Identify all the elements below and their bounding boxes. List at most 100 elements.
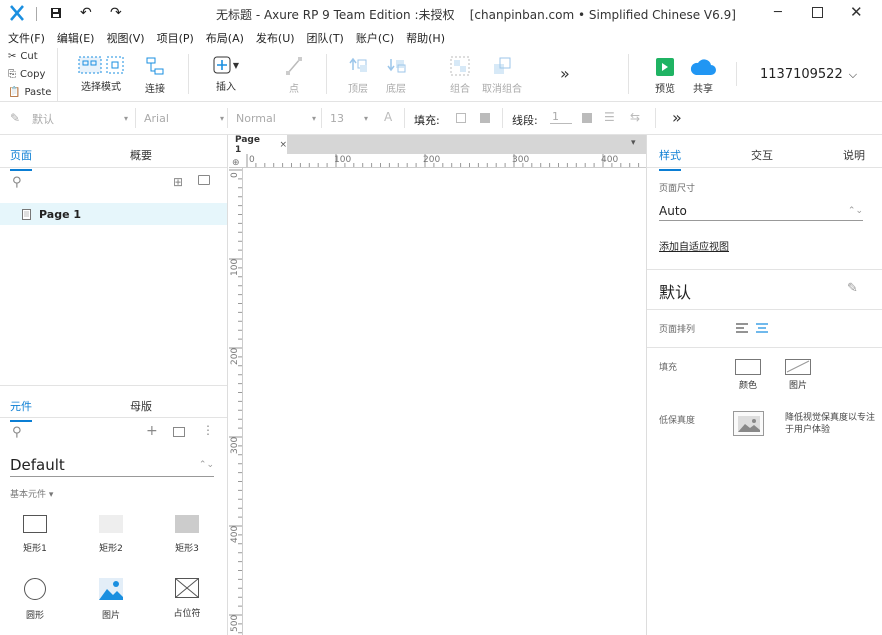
color-swatch [735,359,761,375]
minimize-icon[interactable]: ─ [774,5,782,20]
circle-icon [24,578,46,600]
font-family-select[interactable]: Arial ▾ [144,102,224,135]
window-title: 无标题 - Axure RP 9 Team Edition :未授权 [chan… [216,8,736,22]
chevron-down-icon: ▾ [123,114,128,123]
tab-style[interactable]: 样式 [659,147,681,171]
shadow-swatch[interactable] [480,113,490,123]
add-folder-icon[interactable] [198,175,210,185]
ruler-label: 0 [249,155,255,165]
play-icon [656,58,674,76]
widget-image[interactable]: 图片 [86,578,136,621]
close-icon[interactable]: × [279,140,287,150]
menu-file[interactable]: 文件(F) [8,30,45,46]
page-list-item[interactable]: Page 1 [0,203,227,225]
ruler-label: 400 [230,525,240,543]
share-button[interactable]: 共享 [688,58,718,95]
tab-interactions[interactable]: 交互 [751,147,773,163]
search-icon[interactable]: ⚲ [12,425,22,440]
library-options-icon[interactable] [173,427,185,437]
align-left-icon[interactable] [736,323,748,336]
ungroup-button[interactable]: 取消组合 [482,56,522,95]
line-style-icon[interactable]: ☰ [604,110,615,124]
send-back-icon [387,59,406,73]
add-library-icon[interactable]: + [146,423,158,439]
bring-front-icon [349,57,367,72]
search-icon[interactable]: ⚲ [12,175,22,190]
account-dropdown[interactable]: 1137109522 ⌵ [760,67,857,82]
rectangle-icon [175,515,199,533]
chevron-down-icon[interactable]: ▾ [631,138,636,148]
menu-edit[interactable]: 编辑(E) [57,30,95,46]
placeholder-icon [175,578,199,598]
page-size-select[interactable]: Auto ⌃⌄ [659,201,863,221]
copy-button[interactable]: ⎘ Copy [8,69,45,80]
select-mode-button[interactable]: 选择模式 [72,56,130,93]
low-fidelity-toggle[interactable] [733,411,764,436]
close-icon[interactable]: ✕ [850,3,863,21]
save-icon[interactable] [50,7,62,22]
chevron-down-icon: ▾ [311,114,316,123]
widget-rectangle-3[interactable]: 矩形3 [162,515,212,554]
widget-placeholder[interactable]: 占位符 [162,578,212,619]
maximize-icon[interactable] [812,7,823,18]
connect-button[interactable]: 连接 [138,56,172,95]
cut-button[interactable]: ✂ Cut [8,51,38,62]
more-icon[interactable]: ⋮ [202,423,214,437]
ruler-ticks [229,169,242,634]
menu-help[interactable]: 帮助(H) [406,30,445,46]
library-select[interactable]: Default ⌃⌄ [10,453,214,477]
group-button[interactable]: 组合 [446,56,474,95]
menu-team[interactable]: 团队(T) [307,30,344,46]
menu-layout[interactable]: 布局(A) [206,30,244,46]
fill-color-button[interactable]: 颜色 [733,359,763,391]
preview-button[interactable]: 预览 [652,58,678,95]
ruler-label: 300 [512,155,530,165]
line-width-input[interactable]: 1 [550,110,572,124]
redo-icon[interactable]: ↷ [110,5,122,21]
tab-notes[interactable]: 说明 [843,147,865,163]
tab-pages[interactable]: 页面 [10,147,32,171]
widget-circle[interactable]: 圆形 [10,578,60,621]
send-to-back-button[interactable]: 底层 [382,56,410,95]
design-canvas[interactable] [244,169,646,635]
edit-style-icon[interactable]: ✎ [847,281,858,296]
format-overflow-icon[interactable]: » [672,108,682,127]
line-color-swatch[interactable] [582,113,592,123]
scissors-icon: ✂ [8,51,17,62]
menu-publish[interactable]: 发布(U) [256,30,295,46]
style-edit-icon[interactable]: ✎ [10,111,20,125]
tab-page-1[interactable]: Page 1 × [229,135,287,155]
point-button[interactable]: 点 [282,56,306,95]
ruler-label: 100 [334,155,352,165]
align-center-icon[interactable] [756,323,768,336]
tab-outline[interactable]: 概要 [130,147,152,163]
paste-button[interactable]: 📋 Paste [8,87,51,98]
add-adaptive-view-link[interactable]: 添加自适应视图 [659,238,729,253]
main-toolbar: ✂ Cut ⎘ Copy 📋 Paste 选择模式 连接 ▼ 插入 点 顶层 底层 组 [0,48,882,102]
rectangle-icon [99,515,123,533]
font-size-select[interactable]: 13 ▾ [330,102,368,135]
toolbar-overflow-icon[interactable]: » [560,64,570,83]
fill-color-swatch[interactable] [456,113,466,123]
tab-masters[interactable]: 母版 [130,398,152,414]
image-icon [737,415,760,432]
menu-view[interactable]: 视图(V) [106,30,144,46]
library-tabs: 元件 母版 [0,385,227,422]
insert-button[interactable]: ▼ 插入 [208,56,244,93]
bring-to-front-button[interactable]: 顶层 [344,56,372,95]
menu-account[interactable]: 账户(C) [356,30,394,46]
ruler-label: 400 [601,155,619,165]
tab-widgets[interactable]: 元件 [10,398,32,422]
font-weight-select[interactable]: Normal ▾ [236,102,316,135]
style-select[interactable]: 默认 ▾ [32,102,132,135]
fill-image-button[interactable]: 图片 [783,359,813,391]
library-section-header[interactable]: 基本元件 ▾ [10,487,53,500]
menu-project[interactable]: 项目(P) [157,30,194,46]
arrow-style-icon[interactable]: ⇆ [630,110,640,124]
add-page-icon[interactable]: ⊞ [173,175,183,189]
font-color-icon[interactable]: A [384,110,392,124]
low-fidelity-label: 低保真度 [659,416,696,426]
widget-rectangle-2[interactable]: 矩形2 [86,515,136,554]
undo-icon[interactable]: ↶ [80,5,92,21]
widget-rectangle-1[interactable]: 矩形1 [10,515,60,554]
